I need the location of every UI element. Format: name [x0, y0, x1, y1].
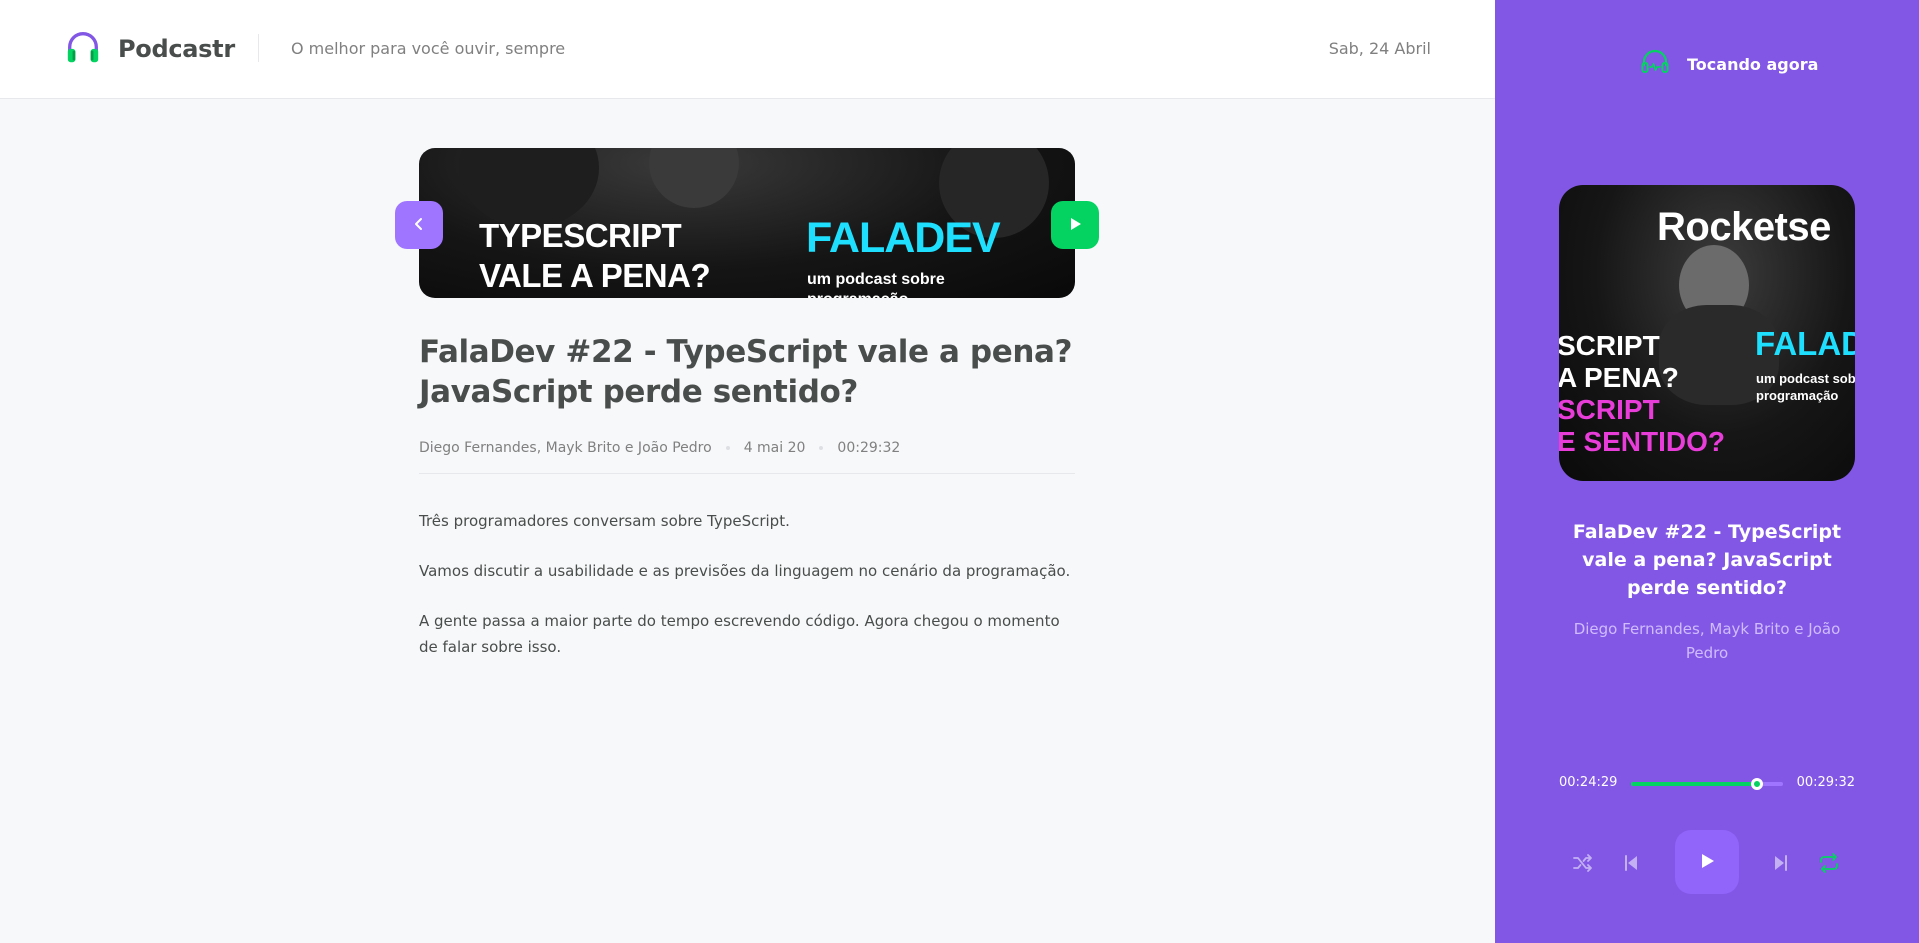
progress-fill: [1631, 782, 1758, 786]
cover-left-pink-text: SCRIPT E SENTIDO?: [1559, 394, 1726, 457]
logo[interactable]: Podcastr: [64, 28, 235, 70]
episode-description: Três programadores conversam sobre TypeS…: [419, 508, 1075, 684]
app-header: Podcastr O melhor para você ouvir, sempr…: [0, 0, 1495, 99]
cover-brand-subtitle: um podcast sob programação: [1756, 371, 1855, 403]
chevron-left-icon: [411, 216, 427, 235]
description-paragraph: A gente passa a maior parte do tempo esc…: [419, 612, 1060, 656]
episode-thumbnail-wrapper: TYPESCRIPT VALE A PENA? FALADEV um podca…: [419, 148, 1075, 298]
description-paragraph: Três programadores conversam sobre TypeS…: [419, 512, 790, 530]
next-button[interactable]: [1767, 850, 1795, 878]
episode-published-date: 4 mai 20: [743, 440, 806, 456]
repeat-icon: [1817, 851, 1841, 878]
player-controls: [1559, 830, 1855, 896]
meta-divider: [419, 473, 1075, 474]
player-cover: Rocketse SCRIPT A PENA? SCRIPT E SENTIDO…: [1559, 185, 1855, 481]
back-button[interactable]: [395, 201, 443, 249]
skip-next-icon: [1769, 851, 1793, 878]
now-playing-label: Tocando agora: [1687, 54, 1819, 74]
headphones-icon: [64, 28, 102, 70]
play-icon: [1697, 851, 1717, 874]
meta-separator: [819, 446, 824, 450]
player-header: Tocando agora: [1623, 46, 1818, 82]
play-episode-button[interactable]: [1051, 201, 1099, 249]
header-divider: [258, 34, 259, 62]
thumbnail-brand-title: FALADEV: [806, 214, 1001, 262]
episode-members: Diego Fernandes, Mayk Brito e João Pedro: [419, 440, 712, 456]
description-paragraph: Vamos discutir a usabilidade e as previs…: [419, 562, 1071, 580]
progress-row: 00:24:29 00:29:32: [1559, 773, 1855, 793]
cover-brand-title: FALAD: [1755, 325, 1855, 362]
meta-separator: [725, 446, 730, 450]
cover-left-text: SCRIPT A PENA?: [1559, 330, 1679, 393]
progress-slider[interactable]: [1631, 778, 1783, 790]
cover-brand-text: Rocketse: [1657, 205, 1831, 249]
shuffle-icon: [1571, 851, 1595, 878]
episode-thumbnail: TYPESCRIPT VALE A PENA? FALADEV um podca…: [419, 148, 1075, 298]
player-episode-title: FalaDev #22 - TypeScript vale a pena? Ja…: [1572, 521, 1842, 599]
progress-handle[interactable]: [1751, 778, 1764, 790]
current-date: Sab, 24 Abril: [1328, 39, 1431, 58]
repeat-button[interactable]: [1815, 850, 1843, 878]
episode-duration: 00:29:32: [837, 440, 901, 456]
thumbnail-brand-subtitle: um podcast sobre programação: [807, 271, 945, 298]
total-time: 00:29:32: [1796, 775, 1855, 790]
play-pause-button[interactable]: [1675, 830, 1739, 894]
headphones-pulse-icon: [1639, 46, 1671, 82]
previous-button[interactable]: [1617, 850, 1645, 878]
tagline: O melhor para você ouvir, sempre: [291, 39, 566, 58]
episode-meta: Diego Fernandes, Mayk Brito e João Pedro…: [419, 440, 900, 456]
player-sidebar: Tocando agora Rocketse SCRIPT A PENA? SC…: [1495, 0, 1919, 943]
thumbnail-left-text: TYPESCRIPT VALE A PENA?: [479, 217, 711, 294]
play-icon: [1066, 215, 1084, 236]
logo-text: Podcastr: [118, 35, 235, 63]
shuffle-button[interactable]: [1569, 850, 1597, 878]
current-time: 00:24:29: [1559, 775, 1618, 790]
episode-title: FalaDev #22 - TypeScript vale a pena? Ja…: [419, 334, 1073, 410]
player-episode-members: Diego Fernandes, Mayk Brito e João Pedro: [1573, 620, 1841, 662]
skip-previous-icon: [1619, 851, 1643, 878]
